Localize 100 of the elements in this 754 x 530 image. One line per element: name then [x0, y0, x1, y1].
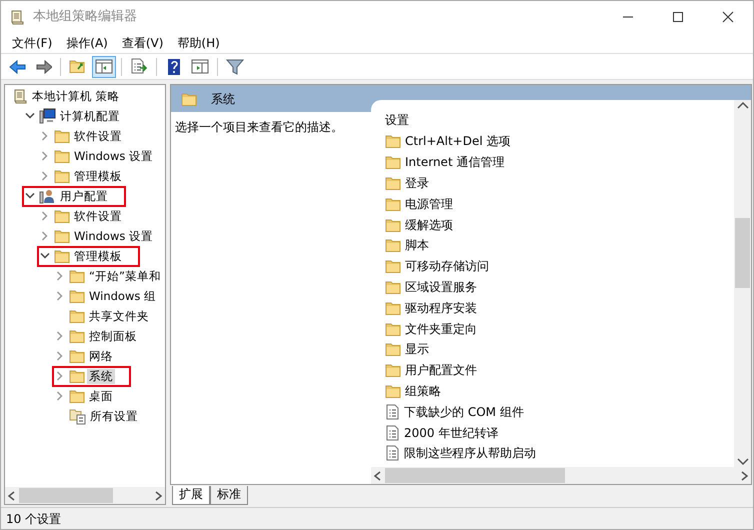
folder-icon [385, 300, 401, 316]
list-item[interactable]: Ctrl+Alt+Del 选项 [405, 132, 510, 150]
folder-icon [54, 168, 70, 184]
tree-item[interactable]: Windows 设置 [72, 228, 155, 244]
tree-item[interactable]: 网络 [87, 348, 115, 364]
folder-icon [69, 388, 85, 404]
folder-icon [54, 228, 70, 244]
list-item[interactable]: 缓解选项 [405, 216, 453, 234]
chevron-right-icon[interactable] [41, 151, 49, 161]
document-icon [385, 445, 400, 462]
pane-title: 系统 [211, 90, 235, 108]
tab[interactable]: 扩展 [172, 486, 210, 505]
tree-item[interactable]: 共享文件夹 [87, 308, 151, 324]
folder-icon [385, 154, 401, 170]
list-item[interactable]: 组策略 [405, 382, 441, 400]
folder-icon [385, 174, 401, 191]
folder-icon [385, 133, 401, 150]
folder-icon [385, 341, 401, 358]
status-text: 10 个设置 [1, 507, 753, 529]
scrollbar-thumb[interactable] [19, 488, 113, 503]
menu-item[interactable]: 操作(A) [59, 34, 115, 52]
computer-icon [39, 108, 56, 124]
folder-icon [385, 258, 401, 274]
list-item[interactable]: 限制这些程序从帮助启动 [404, 444, 536, 462]
chevron-right-icon[interactable] [56, 371, 64, 381]
tree-item[interactable]: 控制面板 [87, 328, 139, 344]
tree-item[interactable]: 所有设置 [88, 408, 140, 424]
list-item[interactable]: 脚本 [405, 236, 429, 254]
chevron-right-icon[interactable] [41, 131, 49, 141]
list-item[interactable]: 区域设置服务 [405, 278, 477, 296]
list-item[interactable]: 用户配置文件 [405, 361, 477, 380]
chevron-right-icon[interactable] [56, 331, 64, 341]
folder-icon [54, 148, 70, 164]
scrollbar-thumb[interactable] [385, 468, 565, 483]
folder-icon [54, 128, 70, 144]
list-item[interactable]: 文件夹重定向 [405, 320, 477, 338]
tree-item[interactable]: 软件设置 [72, 208, 124, 224]
folder-icon [69, 308, 85, 324]
folder-icon [54, 208, 70, 224]
scroll-up-icon[interactable] [736, 100, 748, 110]
settings-folder-icon [69, 408, 86, 424]
tree-item[interactable]: 用户配置 [58, 188, 110, 204]
list-item[interactable]: 登录 [405, 174, 429, 192]
list-item[interactable]: 显示 [405, 340, 429, 358]
tree-item[interactable]: 计算机配置 [58, 108, 122, 124]
scroll-down-icon[interactable] [736, 457, 748, 467]
tree-item[interactable]: Windows 设置 [72, 148, 155, 164]
tree-item[interactable]: 桌面 [87, 388, 115, 404]
chevron-down-icon[interactable] [40, 252, 50, 260]
folder-icon [385, 278, 401, 295]
tree-item[interactable]: Windows 组 [87, 288, 158, 304]
menu-item[interactable]: 帮助(H) [170, 34, 227, 52]
folder-icon [69, 328, 85, 344]
chevron-right-icon[interactable] [56, 271, 64, 281]
folder-icon [385, 196, 401, 212]
list-item[interactable]: 电源管理 [405, 194, 453, 213]
folder-icon [385, 382, 401, 399]
user-icon [39, 188, 56, 204]
tree-item[interactable]: 本地计算机 策略 [30, 88, 122, 104]
document-icon [385, 404, 400, 420]
scroll-icon [9, 9, 25, 26]
folder-icon [69, 368, 85, 384]
tab[interactable]: 标准 [210, 486, 248, 505]
list-item[interactable]: Internet 通信管理 [405, 153, 504, 172]
scroll-icon [12, 88, 28, 104]
folder-icon [69, 288, 85, 304]
chevron-right-icon[interactable] [41, 211, 49, 221]
list-item[interactable]: 下载缺少的 COM 组件 [404, 402, 524, 421]
folder-icon [385, 320, 401, 337]
chevron-right-icon[interactable] [41, 231, 49, 241]
tree-item[interactable]: “开始”菜单和 [87, 268, 163, 284]
list-item[interactable]: 可移动存储访问 [405, 257, 489, 276]
folder-icon [385, 362, 401, 378]
tree-item[interactable]: 管理模板 [72, 168, 124, 184]
window-title: 本地组策略编辑器 [33, 8, 137, 26]
list-item[interactable]: 2000 年世纪转译 [404, 424, 498, 442]
menu-item[interactable]: 查看(V) [114, 34, 170, 52]
folder-icon [385, 237, 401, 254]
folder-icon [69, 268, 85, 284]
tree-item[interactable]: 系统 [87, 368, 115, 384]
maximize-icon[interactable] [672, 10, 684, 22]
column-header[interactable]: 设置 [385, 110, 734, 131]
description-text: 选择一个项目来查看它的描述。 [175, 120, 343, 134]
chevron-down-icon[interactable] [25, 192, 35, 200]
document-icon [385, 424, 400, 441]
scrollbar-thumb[interactable] [735, 218, 750, 288]
folder-icon [385, 216, 401, 233]
chevron-right-icon[interactable] [56, 391, 64, 401]
folder-icon [69, 348, 85, 364]
chevron-right-icon[interactable] [56, 351, 64, 361]
tree-item[interactable]: 管理模板 [72, 248, 124, 264]
chevron-right-icon[interactable] [56, 291, 64, 301]
tree-item[interactable]: 软件设置 [72, 128, 124, 144]
folder-icon [181, 90, 197, 106]
list-item[interactable]: 驱动程序安装 [405, 298, 477, 317]
chevron-right-icon[interactable] [41, 171, 49, 181]
chevron-down-icon[interactable] [25, 112, 35, 120]
close-icon[interactable] [722, 10, 734, 22]
folder-icon [54, 248, 70, 264]
menu-item[interactable]: 文件(F) [5, 34, 60, 52]
